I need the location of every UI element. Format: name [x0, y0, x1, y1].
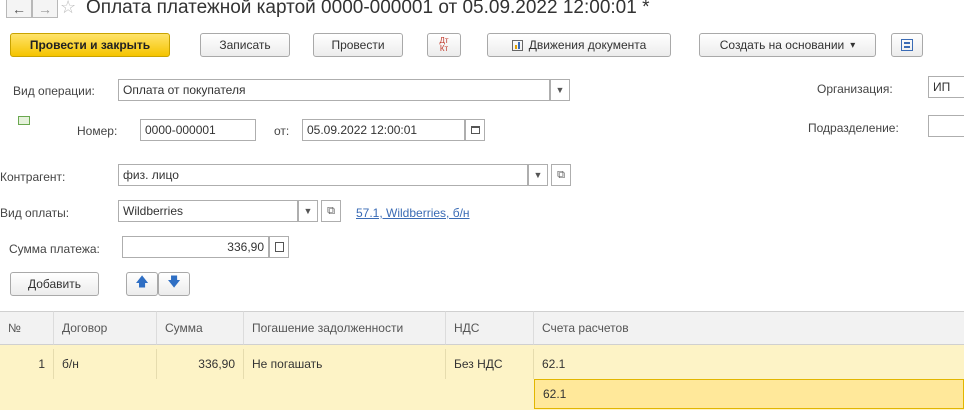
arrow-left-icon: ←: [12, 0, 26, 17]
arrow-down-icon: 🡇: [167, 274, 181, 289]
column-header-number[interactable]: №: [0, 311, 54, 345]
forward-button[interactable]: →: [32, 0, 58, 18]
create-based-label: Создать на основании: [719, 38, 845, 52]
payment-type-field[interactable]: Wildberries: [118, 200, 298, 222]
save-button[interactable]: Записать: [200, 33, 290, 57]
counterparty-dropdown[interactable]: ▼: [528, 164, 548, 186]
calendar-icon: [470, 126, 480, 134]
contract-cell[interactable]: б/н: [54, 349, 157, 379]
calendar-button[interactable]: [465, 119, 485, 141]
operation-type-field[interactable]: Оплата от покупателя: [118, 79, 550, 101]
column-header-vat[interactable]: НДС: [446, 311, 534, 345]
back-button[interactable]: ←: [6, 0, 32, 18]
account-cell-primary[interactable]: 62.1: [534, 349, 964, 379]
dt-kt-button[interactable]: Дт Кт: [427, 33, 461, 57]
counterparty-label: Контрагент:: [0, 170, 66, 184]
payment-type-label: Вид оплаты:: [0, 206, 70, 220]
amount-field[interactable]: 336,90: [122, 236, 269, 258]
division-field[interactable]: [928, 115, 964, 137]
document-movements-button[interactable]: Движения документа: [487, 33, 671, 57]
amount-label: Сумма платежа:: [9, 242, 100, 256]
vat-cell[interactable]: Без НДС: [446, 349, 534, 379]
movements-label: Движения документа: [528, 38, 647, 52]
payment-account-link[interactable]: 57.1, Wildberries, б/н: [356, 206, 470, 220]
amount-cell[interactable]: 336,90: [157, 349, 244, 379]
calculator-button[interactable]: [269, 236, 289, 258]
chevron-down-icon: ▾: [850, 39, 856, 51]
hierarchy-icon: [901, 39, 913, 51]
number-label: Номер:: [77, 124, 118, 138]
account-cell-active[interactable]: 62.1: [534, 379, 964, 409]
date-field[interactable]: 05.09.2022 12:00:01: [302, 119, 465, 141]
open-icon: ⧉: [327, 204, 335, 217]
column-header-contract[interactable]: Договор: [54, 311, 157, 345]
favorite-star-icon[interactable]: ☆: [60, 0, 76, 18]
counterparty-field[interactable]: физ. лицо: [118, 164, 528, 186]
payment-type-open-button[interactable]: ⧉: [321, 200, 341, 222]
arrow-up-icon: 🡅: [135, 274, 149, 289]
column-header-amount[interactable]: Сумма: [157, 311, 244, 345]
column-header-accounts[interactable]: Счета расчетов: [534, 311, 964, 345]
document-icon: [18, 116, 31, 127]
move-down-button[interactable]: 🡇: [158, 272, 190, 296]
counterparty-open-button[interactable]: ⧉: [551, 164, 571, 186]
post-button[interactable]: Провести: [313, 33, 403, 57]
chevron-down-icon: ▼: [303, 206, 313, 216]
operation-type-label: Вид операции:: [13, 84, 95, 98]
column-header-repayment[interactable]: Погашение задолженности: [244, 311, 446, 345]
organization-field[interactable]: ИП: [928, 76, 964, 98]
structure-button[interactable]: [891, 33, 923, 57]
division-label: Подразделение:: [808, 121, 899, 135]
move-up-button[interactable]: 🡅: [126, 272, 158, 296]
chevron-down-icon: ▼: [533, 170, 543, 180]
kt-label: Кт: [439, 44, 449, 53]
chevron-down-icon: ▼: [555, 85, 565, 95]
page-title: Оплата платежной картой 0000-000001 от 0…: [86, 0, 650, 18]
repayment-cell[interactable]: Не погашать: [244, 349, 446, 379]
payment-type-dropdown[interactable]: ▼: [298, 200, 318, 222]
operation-type-dropdown[interactable]: ▼: [550, 79, 570, 101]
add-row-button[interactable]: Добавить: [10, 272, 99, 296]
organization-label: Организация:: [817, 82, 893, 96]
arrow-right-icon: →: [38, 0, 52, 17]
number-field[interactable]: 0000-000001: [140, 119, 256, 141]
open-icon: ⧉: [557, 168, 565, 181]
post-and-close-button[interactable]: Провести и закрыть: [10, 33, 170, 57]
row-number-cell[interactable]: 1: [0, 349, 54, 379]
date-label: от:: [274, 124, 290, 138]
calculator-icon: [274, 242, 284, 252]
chart-icon: [511, 39, 523, 51]
create-based-on-button[interactable]: Создать на основании ▾: [699, 33, 876, 57]
